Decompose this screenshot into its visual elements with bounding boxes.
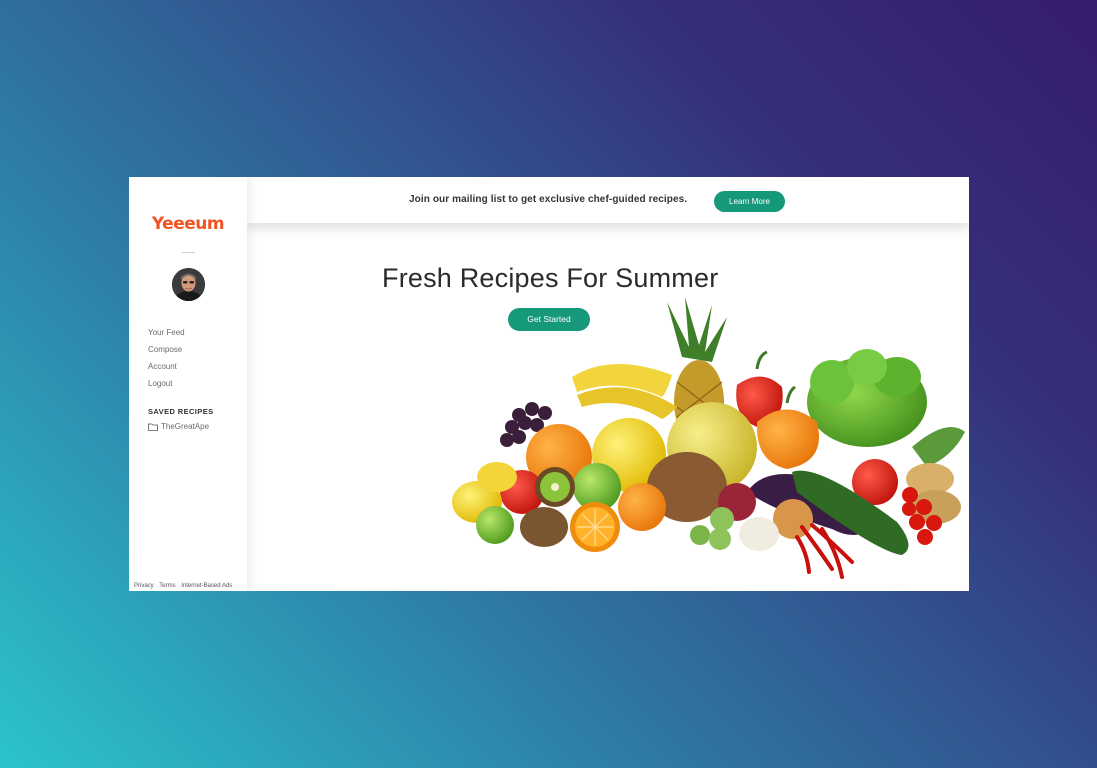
user-avatar[interactable] xyxy=(172,268,205,301)
footer-link-ads[interactable]: Internet-Based Ads xyxy=(181,583,232,589)
saved-recipes-heading: SAVED RECIPES xyxy=(148,407,214,416)
nav-item-account[interactable]: Account xyxy=(148,358,185,375)
kiwi-whole xyxy=(520,507,568,547)
brand-logo[interactable]: Yeeeum xyxy=(129,214,247,234)
bananas xyxy=(572,363,677,419)
garlic xyxy=(739,517,779,551)
learn-more-button[interactable]: Learn More xyxy=(714,191,785,212)
sidebar: Yeeeum Your Feed Compose Account Logout … xyxy=(129,177,247,591)
footer-links: Privacy Terms Internet-Based Ads xyxy=(134,583,236,589)
footer-link-terms[interactable]: Terms xyxy=(159,583,175,589)
lemon xyxy=(477,462,517,492)
sidebar-nav: Your Feed Compose Account Logout xyxy=(148,324,185,392)
folder-icon xyxy=(148,423,158,431)
saved-folder-item[interactable]: TheGreatApe xyxy=(148,422,209,431)
hero-title: Fresh Recipes For Summer xyxy=(382,263,719,293)
main-content: Join our mailing list to get exclusive c… xyxy=(247,177,969,591)
nav-item-compose[interactable]: Compose xyxy=(148,341,185,358)
lettuce xyxy=(807,349,927,447)
saved-folder-label: TheGreatApe xyxy=(161,422,210,431)
fruits-and-vegetables-image xyxy=(452,297,965,579)
orange xyxy=(618,483,666,531)
mailing-list-banner: Join our mailing list to get exclusive c… xyxy=(247,177,969,223)
app-window: Yeeeum Your Feed Compose Account Logout … xyxy=(129,177,969,591)
avatar-portrait xyxy=(172,268,205,301)
nav-item-logout[interactable]: Logout xyxy=(148,375,185,392)
herbs xyxy=(912,427,965,467)
banner-text: Join our mailing list to get exclusive c… xyxy=(409,194,688,205)
brussels-sprout xyxy=(709,528,731,550)
footer-link-privacy[interactable]: Privacy xyxy=(134,583,154,589)
lime xyxy=(476,506,514,544)
brussels-sprout xyxy=(690,525,710,545)
kiwi xyxy=(535,467,575,507)
logo-divider xyxy=(182,252,195,253)
half-orange xyxy=(570,502,620,552)
nav-item-your-feed[interactable]: Your Feed xyxy=(148,324,185,341)
brussels-sprout xyxy=(710,507,734,531)
